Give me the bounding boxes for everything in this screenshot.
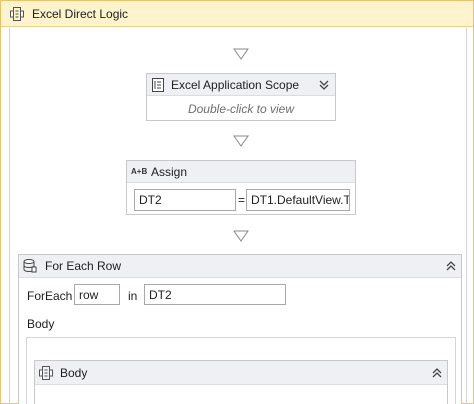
- for-each-row-header[interactable]: For Each Row: [19, 255, 461, 278]
- sequence-container[interactable]: Excel Direct Logic Excel Application Sco…: [0, 0, 474, 404]
- for-each-row-activity[interactable]: For Each Row ForEach row in DT2 Body Bod…: [18, 254, 462, 404]
- foreach-body-container: Body: [26, 337, 456, 404]
- inner-body-title: Body: [60, 366, 88, 380]
- excel-scope-title: Excel Application Scope: [171, 78, 300, 92]
- assign-activity[interactable]: A+B Assign DT2 = DT1.DefaultView.To: [126, 160, 356, 215]
- excel-application-scope-activity[interactable]: Excel Application Scope Double-click to …: [146, 73, 336, 121]
- assign-header[interactable]: A+B Assign: [127, 161, 355, 183]
- foreach-in-label: in: [128, 289, 138, 303]
- drop-target-arrow[interactable]: [233, 48, 249, 60]
- drop-target-arrow[interactable]: [233, 230, 249, 242]
- assign-title: Assign: [151, 165, 188, 179]
- chevron-double-up-icon[interactable]: [431, 367, 443, 382]
- foreach-body-label: Body: [27, 317, 55, 331]
- for-each-row-icon: [23, 259, 37, 276]
- excel-scope-hint: Double-click to view: [187, 102, 295, 116]
- excel-scope-header[interactable]: Excel Application Scope: [147, 74, 335, 96]
- foreach-collection-field[interactable]: DT2: [144, 284, 286, 305]
- sequence-header[interactable]: Excel Direct Logic: [1, 1, 473, 27]
- inner-body-sequence[interactable]: Body: [34, 360, 448, 404]
- drop-target-arrow[interactable]: [233, 135, 249, 147]
- inner-body-header[interactable]: Body: [35, 361, 447, 385]
- assign-value-field[interactable]: DT1.DefaultView.To: [246, 189, 350, 211]
- foreach-label: ForEach: [27, 289, 73, 303]
- chevron-double-down-icon[interactable]: [318, 79, 330, 94]
- foreach-item-field[interactable]: row: [74, 284, 120, 305]
- sequence-title: Excel Direct Logic: [32, 7, 129, 21]
- sequence-icon: [39, 366, 53, 383]
- chevron-double-up-icon[interactable]: [445, 260, 457, 275]
- sequence-body: Excel Application Scope Double-click to …: [9, 28, 467, 404]
- assign-icon: A+B: [131, 167, 148, 176]
- sequence-icon: [10, 7, 24, 24]
- assign-equals-label: =: [238, 193, 246, 207]
- assign-to-field[interactable]: DT2: [134, 189, 236, 211]
- excel-scope-icon: [152, 78, 164, 95]
- for-each-row-title: For Each Row: [45, 259, 122, 273]
